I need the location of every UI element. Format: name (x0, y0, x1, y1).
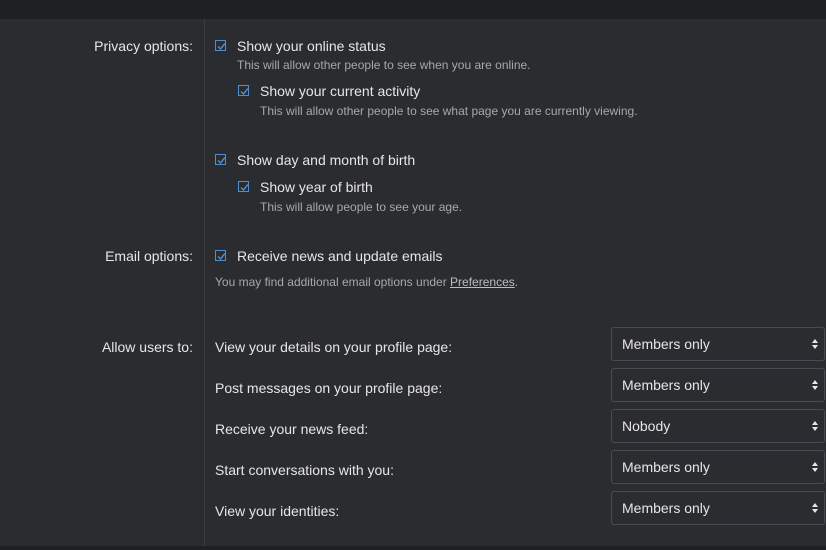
allow-row-label: View your details on your profile page: (215, 339, 453, 355)
check-icon (217, 253, 226, 261)
allow-row-label: Start conversations with you: (215, 462, 394, 478)
year-hint: This will allow people to see your age. (260, 200, 463, 214)
select-arrows-icon (812, 380, 818, 390)
current-activity-checkbox[interactable] (238, 85, 249, 96)
allow-row-label: View your identities: (215, 503, 340, 519)
select-value: Members only (622, 500, 710, 516)
privacy-options-label: Privacy options: (94, 38, 193, 54)
check-icon (217, 157, 226, 165)
view-details-select[interactable]: Members only (611, 327, 825, 361)
email-options-label: Email options: (105, 248, 193, 264)
select-arrows-icon (812, 339, 818, 349)
select-arrows-icon (812, 462, 818, 472)
select-value: Members only (622, 377, 710, 393)
allow-row-label: Post messages on your profile page: (215, 380, 443, 396)
email-hint: You may find additional email options un… (215, 275, 518, 289)
post-messages-select[interactable]: Members only (611, 368, 825, 402)
top-bar (0, 0, 826, 19)
email-hint-text: You may find additional email options un… (215, 275, 451, 289)
online-status-checkbox[interactable] (215, 40, 226, 51)
preferences-link[interactable]: Preferences (450, 275, 515, 289)
check-icon (217, 43, 226, 51)
current-activity-hint: This will allow other people to see what… (260, 104, 638, 118)
news-checkbox[interactable] (215, 250, 226, 261)
bottom-border (0, 546, 826, 550)
year-label[interactable]: Show year of birth (260, 179, 373, 195)
news-label[interactable]: Receive news and update emails (237, 248, 442, 264)
select-arrows-icon (812, 421, 818, 431)
online-status-hint: This will allow other people to see when… (237, 58, 531, 72)
check-icon (240, 184, 249, 192)
select-value: Members only (622, 459, 710, 475)
online-status-label[interactable]: Show your online status (237, 38, 386, 54)
allow-row-label: Receive your news feed: (215, 421, 369, 437)
select-arrows-icon (812, 503, 818, 513)
view-identities-select[interactable]: Members only (611, 491, 825, 525)
start-conversations-select[interactable]: Members only (611, 450, 825, 484)
dob-label[interactable]: Show day and month of birth (237, 152, 415, 168)
year-checkbox[interactable] (238, 181, 249, 192)
dob-checkbox[interactable] (215, 154, 226, 165)
email-hint-suffix: . (514, 275, 519, 289)
allow-users-label: Allow users to: (101, 339, 193, 355)
select-value: Members only (622, 336, 710, 352)
news-feed-select[interactable]: Nobody (611, 409, 825, 443)
select-value: Nobody (622, 418, 671, 434)
form-divider (204, 19, 205, 550)
check-icon (240, 88, 249, 96)
current-activity-label[interactable]: Show your current activity (260, 83, 420, 99)
